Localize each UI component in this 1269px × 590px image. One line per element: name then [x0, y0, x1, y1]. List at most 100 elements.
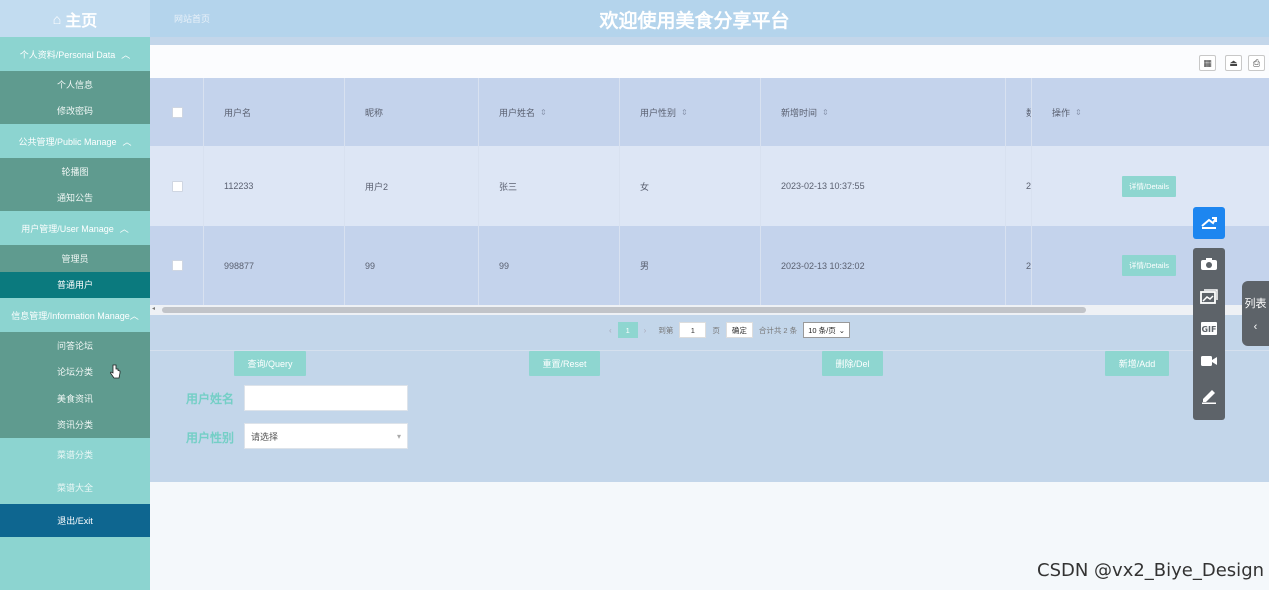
page-size-select[interactable]: 10 条/页 ⌄: [803, 322, 850, 338]
add-button[interactable]: 新增/Add: [1105, 351, 1169, 376]
print-icon[interactable]: ⎙: [1248, 55, 1265, 71]
sort-icon[interactable]: ⇕: [681, 108, 688, 117]
image-icon[interactable]: [1193, 282, 1225, 310]
action-bar: 查询/Query 重置/Reset 删除/Del 新增/Add: [150, 350, 1269, 376]
row-checkbox[interactable]: [172, 180, 183, 192]
cell-time: 2023-02-13 10:32:02: [761, 226, 1006, 305]
cell-nickname: 用户2: [345, 146, 479, 226]
top-bar: ⌂ 主页 网站首页 欢迎使用美食分享平台: [0, 0, 1269, 37]
svg-text:GIF: GIF: [1201, 325, 1216, 334]
sidebar-item-regular-user[interactable]: 普通用户: [0, 271, 150, 298]
prev-page-button[interactable]: ‹: [609, 326, 612, 335]
sidebar-item-carousel[interactable]: 轮播图: [0, 158, 150, 185]
pen-icon[interactable]: [1193, 382, 1225, 410]
sidebar-group-personal: 个人资料/Personal Data ︿ 个人信息 修改密码: [0, 37, 150, 124]
row-checkbox[interactable]: [172, 260, 183, 271]
reset-button[interactable]: 重置/Reset: [529, 351, 600, 376]
sidebar-group-title: 用户管理/User Manage: [21, 223, 114, 234]
goto-page-input[interactable]: 1: [679, 322, 707, 338]
sidebar-item-forum[interactable]: 问答论坛: [0, 332, 150, 359]
cell-username: 112233: [204, 146, 345, 226]
chevron-down-icon: ⌄: [838, 325, 845, 335]
sort-icon[interactable]: ⇕: [1075, 108, 1082, 117]
list-tab-label: 列表: [1244, 298, 1267, 310]
delete-button[interactable]: 删除/Del: [822, 351, 883, 376]
table-toolbar: ▦ ⏏ ⎙: [150, 45, 1269, 78]
column-header[interactable]: 用户性别: [640, 106, 676, 119]
sidebar-item-recipe-category[interactable]: 菜谱分类: [0, 438, 150, 471]
table-row: 998877 99 99 男 2023-02-13 10:32:02 2 详情/…: [150, 226, 1269, 305]
sidebar: 个人资料/Personal Data ︿ 个人信息 修改密码 公共管理/Publ…: [0, 37, 150, 590]
cell-gender: 男: [620, 226, 761, 305]
sidebar-item-food-news[interactable]: 美食资讯: [0, 385, 150, 412]
sidebar-group-header[interactable]: 个人资料/Personal Data ︿: [0, 37, 150, 71]
video-icon[interactable]: [1193, 347, 1225, 375]
sort-icon[interactable]: ⇕: [540, 108, 547, 117]
sidebar-item-news-category[interactable]: 资讯分类: [0, 412, 150, 439]
sidebar-group-public: 公共管理/Public Manage ︿ 轮播图 通知公告: [0, 124, 150, 211]
column-header: 昵称: [365, 107, 384, 118]
chevron-left-icon: ‹: [1253, 321, 1258, 333]
export-icon[interactable]: ⏏: [1225, 55, 1242, 71]
cell-name: 张三: [479, 146, 620, 226]
mouse-pointer-icon: [110, 364, 121, 379]
total-count: 合计共 2 条: [758, 325, 798, 335]
details-button[interactable]: 详情/Details: [1122, 255, 1177, 276]
gender-select-placeholder: 请选择: [251, 431, 279, 442]
sidebar-group-header[interactable]: 公共管理/Public Manage ︿: [0, 124, 150, 158]
cell-extra: 2: [1006, 226, 1032, 305]
cell-username: 998877: [204, 226, 345, 305]
column-header[interactable]: 用户姓名: [499, 106, 535, 119]
sidebar-group-header[interactable]: 信息管理/Information Manage ︿: [0, 298, 150, 332]
exit-button[interactable]: 退出/Exit: [0, 504, 150, 537]
cell-time: 2023-02-13 10:37:55: [761, 146, 1006, 226]
capture-toolbar: GIF: [1193, 248, 1225, 420]
data-table: 用户名 昵称 用户姓名⇕ 用户性别⇕ 新增时间⇕ 数 操作⇕ 112233 用户…: [150, 78, 1269, 305]
name-label: 用户姓名: [186, 392, 235, 406]
sidebar-group-title: 公共管理/Public Manage: [18, 136, 117, 147]
sidebar-item-recipes[interactable]: 菜谱大全: [0, 471, 150, 504]
name-input[interactable]: [244, 385, 408, 411]
page-suffix: 页: [712, 325, 720, 335]
sidebar-item-admin[interactable]: 管理员: [0, 245, 150, 272]
pagination: ‹ 1 › 到第 1 页 确定 合计共 2 条 10 条/页 ⌄: [150, 317, 1269, 343]
chevron-up-icon: ︿: [121, 49, 131, 60]
goto-confirm-button[interactable]: 确定: [725, 322, 753, 338]
next-page-button[interactable]: ›: [644, 326, 647, 335]
qr-icon[interactable]: ▦: [1199, 55, 1216, 71]
gif-icon[interactable]: GIF: [1193, 314, 1225, 342]
sidebar-item-password[interactable]: 修改密码: [0, 98, 150, 125]
query-button[interactable]: 查询/Query: [234, 351, 306, 376]
sort-icon[interactable]: ⇕: [822, 108, 829, 117]
page-size-value: 10 条/页: [808, 325, 836, 335]
horizontal-scrollbar[interactable]: ◂: [150, 305, 1269, 315]
scroll-left-icon[interactable]: ◂: [152, 305, 155, 312]
column-header: 用户名: [224, 107, 252, 118]
list-side-tab[interactable]: 列表 ‹: [1242, 281, 1269, 346]
chevron-up-icon: ︿: [129, 310, 139, 321]
scrollbar-thumb[interactable]: [162, 307, 1086, 313]
sidebar-group-header[interactable]: 用户管理/User Manage ︿: [0, 211, 150, 245]
sidebar-item-notice[interactable]: 通知公告: [0, 185, 150, 212]
cell-extra: 2: [1006, 146, 1032, 226]
gender-label: 用户性别: [186, 431, 235, 445]
cell-name: 99: [479, 226, 620, 305]
sidebar-item-forum-category[interactable]: 论坛分类: [0, 359, 150, 386]
gender-select[interactable]: 请选择 ▾: [244, 423, 408, 449]
share-button[interactable]: [1193, 207, 1225, 239]
current-page[interactable]: 1: [617, 322, 638, 338]
chevron-up-icon: ︿: [122, 136, 132, 147]
sidebar-item-profile[interactable]: 个人信息: [0, 71, 150, 98]
column-header[interactable]: 操作: [1052, 106, 1070, 119]
watermark: CSDN @vx2_Biye_Design: [1037, 560, 1265, 581]
chevron-up-icon: ︿: [119, 223, 129, 234]
cell-gender: 女: [620, 146, 761, 226]
camera-icon[interactable]: [1193, 250, 1225, 278]
sidebar-group-user: 用户管理/User Manage ︿ 管理员 普通用户: [0, 211, 150, 298]
select-all-checkbox[interactable]: [172, 106, 183, 118]
sidebar-group-info: 信息管理/Information Manage ︿ 问答论坛 论坛分类 美食资讯…: [0, 298, 150, 438]
sidebar-group-title: 信息管理/Information Manage: [11, 310, 130, 321]
column-header[interactable]: 新增时间: [781, 106, 817, 119]
details-button[interactable]: 详情/Details: [1122, 175, 1177, 197]
chevron-down-icon: ▾: [396, 431, 401, 441]
